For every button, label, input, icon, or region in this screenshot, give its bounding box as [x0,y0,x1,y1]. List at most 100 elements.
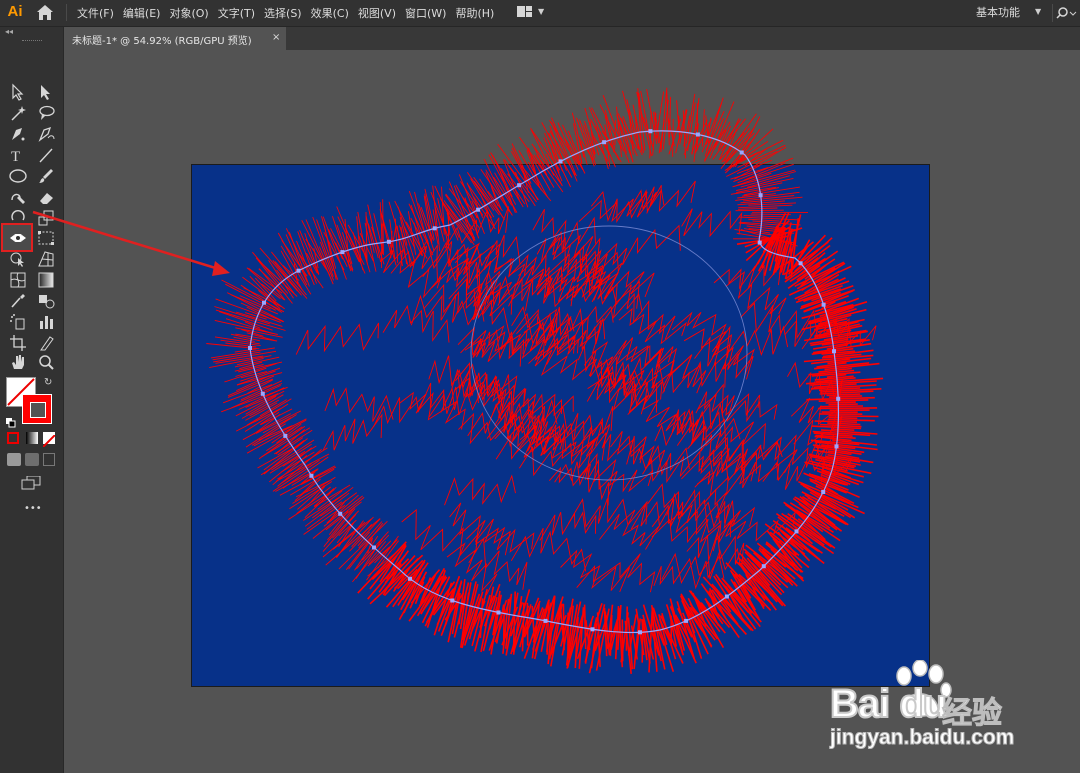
anchor-point[interactable] [798,261,803,266]
fur-zigzag [740,302,819,340]
fur-spike [212,351,261,361]
anchor-point[interactable] [248,346,252,350]
fur-zigzag [554,461,610,506]
fur-zigzag [666,489,735,528]
anchor-point[interactable] [836,396,841,401]
anchor-point[interactable] [821,490,826,494]
fur-spike [424,193,435,240]
fur-spike [405,221,428,259]
fur-zigzag [511,306,575,337]
anchor-point[interactable] [761,564,766,569]
anchor-point[interactable] [648,129,653,134]
fur-spike [502,605,505,645]
fur-zigzag [324,387,394,422]
fur-spike [826,393,861,397]
anchor-point[interactable] [834,444,839,449]
fur-spike [666,89,670,146]
fur-spike [818,407,878,410]
fur-zigzag [548,459,618,498]
fur-zigzag [608,340,674,366]
fur-spike [479,598,484,639]
fur-zigzag [399,391,466,430]
fur-spike [738,204,793,209]
fur-zigzag [449,502,511,556]
anchor-point[interactable] [262,300,266,305]
fur-spike [743,162,786,181]
anchor-point[interactable] [372,545,376,550]
anchor-point[interactable] [695,132,700,137]
fur-spike [280,245,312,295]
anchor-point[interactable] [602,140,607,145]
fur-zigzag [681,208,743,238]
fur-spike [735,209,784,212]
fur-spike [827,422,861,426]
fur-spike [441,203,463,233]
watermark-brand: Bai du [829,681,948,727]
fur-spike [829,415,879,418]
fur-zigzag [653,555,725,590]
anchor-point[interactable] [821,302,826,307]
anchor-point[interactable] [832,349,836,354]
fur-spike [718,118,740,160]
fur-spike [733,157,794,183]
fur-spike [818,399,869,402]
fur-zigzag [599,509,660,550]
fur-spike [819,405,864,408]
fur-spike [562,603,565,651]
fur-zigzag [590,270,655,298]
fur-zigzag [711,325,789,357]
fur-zigzag [671,311,733,358]
anchor-point[interactable] [296,268,301,273]
fur-spike [305,238,329,272]
anchor-point[interactable] [260,391,265,396]
fur-spike [828,403,858,406]
fur-zigzag [373,382,445,427]
anchor-point[interactable] [340,250,345,255]
anchor-point[interactable] [476,207,481,212]
anchor-point[interactable] [496,610,501,615]
fur-spike [738,216,800,221]
fur-spike [737,207,778,210]
anchor-point[interactable] [408,576,412,581]
fur-spike [432,185,441,252]
anchor-point[interactable] [739,150,744,155]
anchor-point[interactable] [684,618,689,623]
annotation-arrow [32,210,230,276]
anchor-point[interactable] [338,511,343,516]
fur-zigzag [703,488,756,530]
fur-zigzag [725,271,787,315]
fur-spike [441,186,445,235]
fur-zigzag [295,322,380,355]
fur-spike [743,215,784,218]
fur-zigzag [484,243,545,286]
anchor-point[interactable] [432,226,437,231]
anchor-point[interactable] [758,193,763,198]
anchor-point[interactable] [283,433,288,438]
fur-spike [618,123,627,154]
hairy-shape-strokes[interactable] [206,87,884,674]
fur-spike [502,159,520,201]
anchor-point[interactable] [517,183,522,188]
watermark-url: jingyan.baidu.com [829,726,1015,750]
fur-spike [701,109,705,147]
fur-zigzag [401,508,479,558]
fur-zigzag [444,474,516,506]
anchor-point[interactable] [590,627,595,632]
fur-spike [614,606,620,660]
anchor-point[interactable] [794,529,799,534]
anchor-point[interactable] [450,598,455,603]
fur-zigzag [490,390,563,423]
fur-zigzag [578,191,657,223]
anchor-point[interactable] [558,159,563,164]
anchor-point[interactable] [309,473,314,478]
anchor-point[interactable] [543,618,548,623]
anchor-point[interactable] [386,239,391,244]
fur-spike [825,401,856,404]
anchor-point[interactable] [638,630,642,635]
fur-spike [831,428,855,431]
fur-spike [828,416,858,420]
anchor-point[interactable] [724,594,729,599]
anchor-point[interactable] [757,240,762,245]
fur-zigzag [528,349,598,381]
fur-spike [420,207,434,241]
